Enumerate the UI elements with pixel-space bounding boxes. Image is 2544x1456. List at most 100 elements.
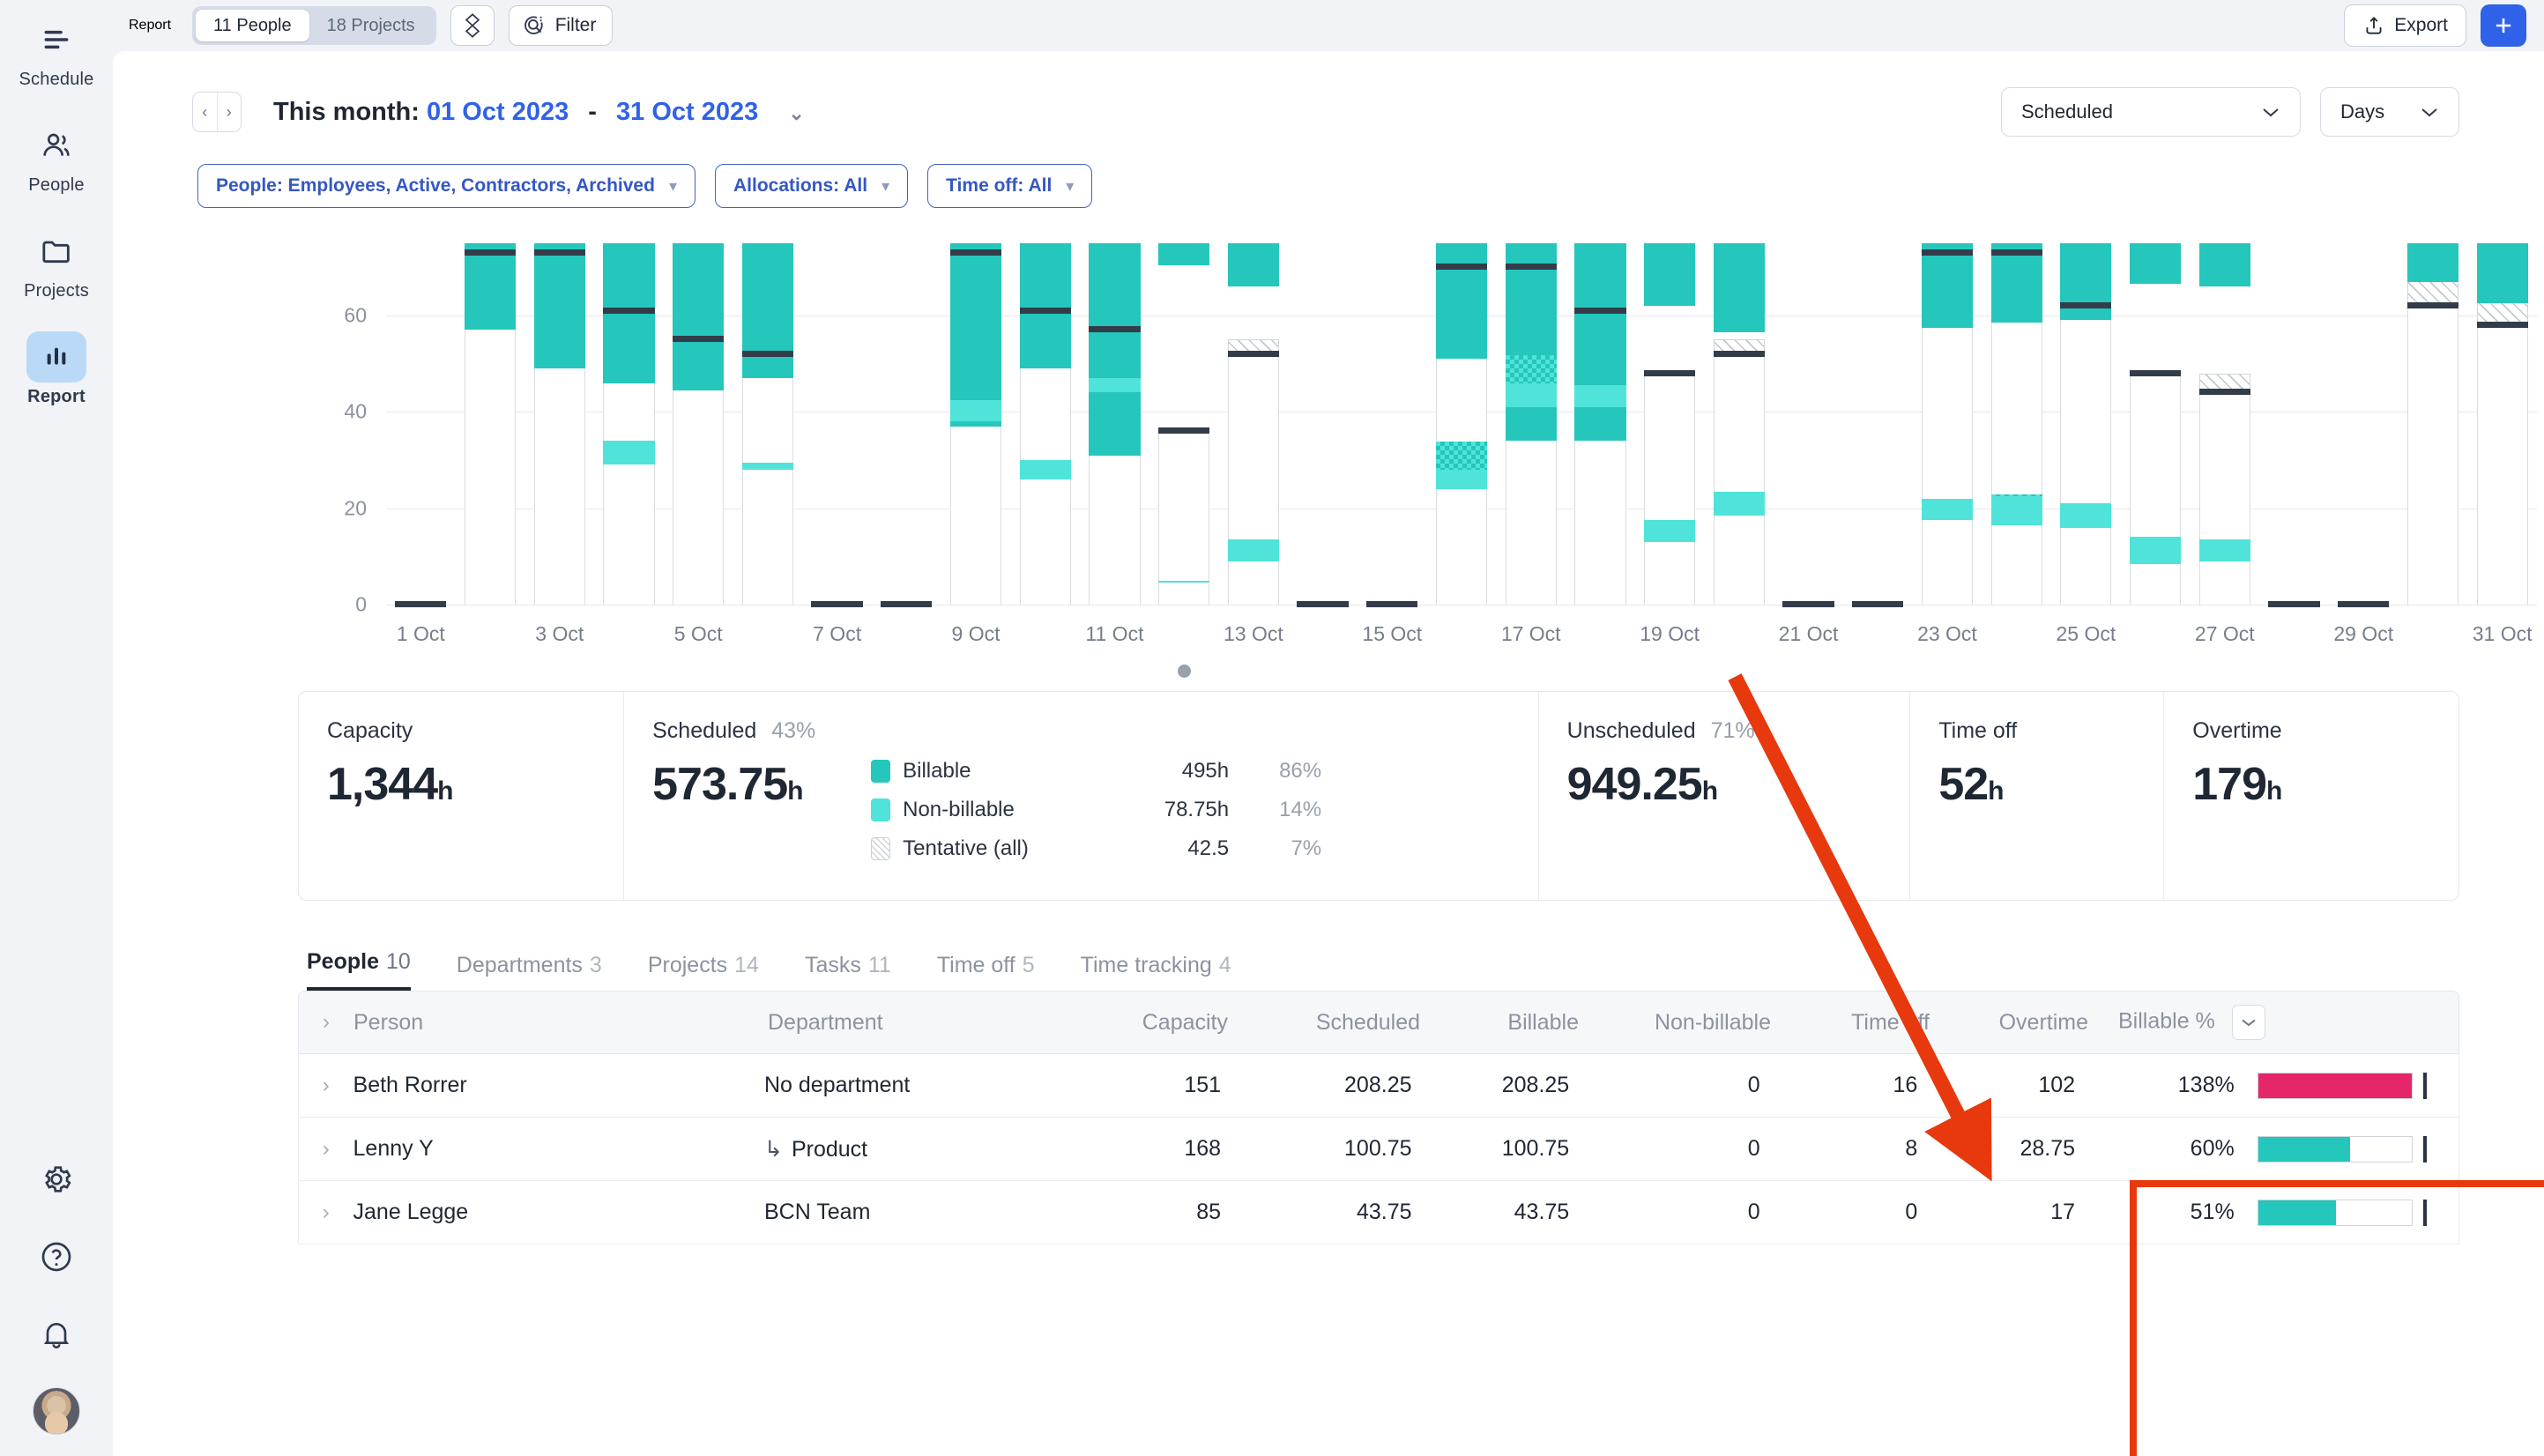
chart-y-axis-label: 20 (344, 496, 367, 520)
metric-select[interactable]: Scheduled (2001, 87, 2301, 137)
chart-bar[interactable] (1644, 243, 1696, 605)
capacity-cap-line (1158, 427, 1210, 435)
chart-bar[interactable] (2476, 243, 2528, 605)
progress-target-tick (2422, 1199, 2427, 1226)
layers-diamond-icon[interactable] (450, 5, 495, 46)
billable-segment (2406, 243, 2459, 282)
table-row[interactable]: › Jane Legge BCN Team 85 43.75 43.75 0 0 17 51% (298, 1181, 2459, 1244)
sidebar-item-label: Schedule (19, 70, 94, 89)
tab-time-tracking[interactable]: Time tracking 4 (1081, 953, 1231, 991)
chart-bar[interactable] (1435, 243, 1488, 605)
column-header-nonbillable[interactable]: Non-billable (1586, 1010, 1778, 1036)
filter-chip-allocations[interactable]: Allocations: All ▾ (714, 164, 909, 208)
chart-bar[interactable] (1921, 243, 1974, 605)
sidebar-nav: Schedule People Projects Report (0, 14, 113, 407)
capacity-cap-line (1644, 369, 1696, 376)
sidebar-item-people[interactable]: People (0, 120, 113, 196)
table-row[interactable]: › Lenny Y ↳ Product 168 100.75 100.75 0 8 28.75 60… (298, 1118, 2459, 1181)
chart-bar[interactable] (1019, 243, 1071, 605)
chevron-down-icon[interactable]: ⌄ (788, 102, 804, 124)
column-header-billable-pct[interactable]: Billable % (2118, 1009, 2215, 1034)
nonbillable-segment (2198, 539, 2250, 561)
export-label: Export (2394, 15, 2448, 35)
capacity-outline (741, 353, 793, 605)
cell-billable: 43.75 (1514, 1200, 1570, 1224)
chart-bar[interactable] (2338, 243, 2390, 607)
chart-page-dot[interactable] (1178, 665, 1191, 678)
chart-bar[interactable] (395, 243, 447, 607)
utilization-bar-chart[interactable]: 0 20 40 60 1 Oct 3 Oct 5 Oct 7 Oct 9 Oct 11 Oct 13… (113, 234, 2544, 678)
prev-period-button[interactable]: ‹ (193, 93, 217, 131)
chart-bar[interactable] (1158, 243, 1210, 605)
gear-icon[interactable] (32, 1155, 81, 1204)
chart-bar[interactable] (2268, 243, 2320, 607)
export-button[interactable]: Export (2344, 4, 2466, 47)
row-expand-toggle[interactable]: › (299, 1137, 353, 1162)
add-button[interactable] (2481, 4, 2526, 47)
sidebar-item-report[interactable]: Report (0, 331, 113, 407)
chart-bar[interactable] (1852, 243, 1904, 607)
expand-all-toggle[interactable]: › (299, 1010, 353, 1035)
cell-department-label: BCN Team (764, 1200, 871, 1224)
column-header-timeoff[interactable]: Time off (1778, 1010, 1937, 1036)
range-end-date[interactable]: 31 Oct 2023 (616, 98, 758, 126)
chart-bar[interactable] (1990, 243, 2042, 605)
tab-count: 5 (1022, 953, 1035, 977)
column-header-billable[interactable]: Billable (1427, 1010, 1586, 1036)
column-header-person[interactable]: Person (353, 1010, 768, 1036)
chart-x-axis-label: 9 Oct (951, 622, 1000, 645)
tab-projects[interactable]: Projects 14 (648, 953, 759, 991)
billable-pct-sort-button[interactable] (2231, 1005, 2265, 1040)
cell-department: ↳ Product (764, 1136, 1070, 1163)
chart-bar[interactable] (1713, 243, 1765, 605)
chart-bar[interactable] (464, 243, 517, 605)
sidebar-item-projects[interactable]: Projects (0, 226, 113, 301)
chart-bar[interactable] (1505, 243, 1557, 605)
chart-bar[interactable] (2406, 243, 2459, 605)
chart-bar[interactable] (533, 243, 585, 605)
tab-departments[interactable]: Departments 3 (457, 953, 602, 991)
chart-bar[interactable] (673, 243, 725, 605)
avatar[interactable] (33, 1387, 80, 1435)
chart-bar[interactable] (2060, 243, 2112, 605)
table-row[interactable]: › Beth Rorrer No department 151 208.25 208.25… (298, 1054, 2459, 1118)
chart-bar[interactable] (1227, 243, 1279, 605)
chart-bar[interactable] (2198, 243, 2250, 605)
chart-bar[interactable] (1297, 243, 1349, 607)
column-header-overtime[interactable]: Overtime (1937, 1010, 2095, 1036)
chart-bar[interactable] (881, 243, 933, 607)
chart-bar[interactable] (1574, 243, 1626, 605)
column-header-scheduled[interactable]: Scheduled (1235, 1010, 1427, 1036)
filter-button[interactable]: Filter (508, 5, 614, 46)
unit-select[interactable]: Days (2320, 87, 2459, 137)
chart-bar[interactable] (1089, 243, 1141, 605)
tab-time-off[interactable]: Time off 5 (937, 953, 1035, 991)
filter-chip-timeoff[interactable]: Time off: All ▾ (927, 164, 1093, 208)
chart-bar[interactable] (1782, 243, 1834, 607)
row-expand-toggle[interactable]: › (299, 1200, 353, 1225)
capacity-cap-line (2198, 389, 2250, 396)
scope-segmented-control: 11 People 18 Projects (192, 6, 436, 45)
help-circle-icon[interactable] (32, 1232, 81, 1281)
chart-bar[interactable] (741, 243, 793, 605)
filter-chip-people[interactable]: People: Employees, Active, Contractors, … (197, 164, 696, 208)
chart-bar[interactable] (949, 243, 1002, 605)
row-expand-toggle[interactable]: › (299, 1073, 353, 1098)
next-period-button[interactable]: › (216, 93, 242, 131)
column-header-department[interactable]: Department (768, 1010, 1076, 1036)
sidebar-item-label: Projects (24, 281, 89, 301)
segment-projects[interactable]: 18 Projects (309, 10, 433, 41)
chart-bar[interactable] (811, 243, 863, 607)
tab-count: 10 (385, 949, 411, 974)
tab-tasks[interactable]: Tasks 11 (805, 953, 891, 991)
legend-label-tentative: Tentative (all) (903, 836, 1029, 860)
range-start-date[interactable]: 01 Oct 2023 (427, 98, 569, 126)
tab-people[interactable]: People 10 (307, 949, 411, 991)
segment-people[interactable]: 11 People (196, 10, 309, 41)
bell-icon[interactable] (32, 1310, 81, 1359)
sidebar-item-schedule[interactable]: Schedule (0, 14, 113, 90)
chart-bar[interactable] (603, 243, 655, 605)
column-header-capacity[interactable]: Capacity (1076, 1010, 1235, 1036)
chart-bar[interactable] (1366, 243, 1418, 607)
chart-bar[interactable] (2129, 243, 2182, 605)
